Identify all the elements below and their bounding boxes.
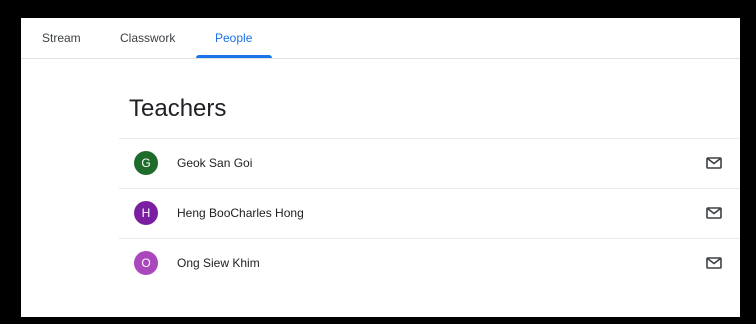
teacher-name: Geok San Goi bbox=[177, 156, 253, 170]
active-tab-indicator bbox=[196, 55, 272, 58]
teacher-name: Heng BooCharles Hong bbox=[177, 206, 304, 220]
email-teacher-button[interactable] bbox=[704, 253, 724, 273]
email-teacher-button[interactable] bbox=[704, 153, 724, 173]
avatar[interactable]: G bbox=[134, 151, 158, 175]
tab-stream[interactable]: Stream bbox=[42, 18, 81, 58]
teacher-row: O Ong Siew Khim bbox=[119, 239, 740, 288]
avatar[interactable]: O bbox=[134, 251, 158, 275]
mail-icon bbox=[706, 207, 722, 219]
people-page: Stream Classwork People Teachers G Geok … bbox=[21, 18, 740, 317]
tab-classwork[interactable]: Classwork bbox=[120, 18, 175, 58]
teachers-heading: Teachers bbox=[129, 95, 227, 122]
tab-people[interactable]: People bbox=[215, 18, 252, 58]
email-teacher-button[interactable] bbox=[704, 203, 724, 223]
teacher-row: H Heng BooCharles Hong bbox=[119, 189, 740, 239]
teacher-row: G Geok San Goi bbox=[119, 139, 740, 189]
mail-icon bbox=[706, 157, 722, 169]
teacher-name: Ong Siew Khim bbox=[177, 256, 260, 270]
avatar[interactable]: H bbox=[134, 201, 158, 225]
mail-icon bbox=[706, 257, 722, 269]
class-tabs: Stream Classwork People bbox=[21, 18, 740, 59]
